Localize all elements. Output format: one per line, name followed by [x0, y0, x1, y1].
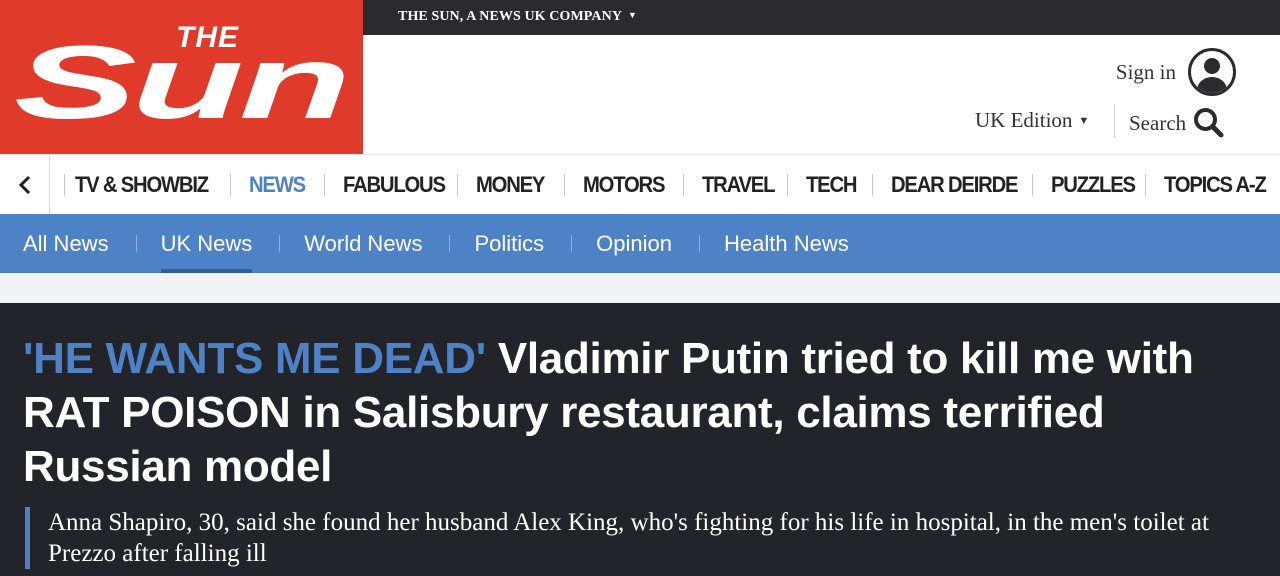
sub-nav-items: All News UK News World News Politics Opi…: [0, 214, 849, 273]
subnav-separator: [135, 235, 137, 252]
search-label: Search: [1129, 110, 1187, 135]
nav-item-tech[interactable]: TECH: [806, 172, 867, 198]
search-icon: [1194, 108, 1224, 138]
sub-navigation: All News UK News World News Politics Opi…: [0, 214, 1280, 273]
news-uk-company-link[interactable]: THE SUN, A NEWS UK COMPANY ▼: [398, 9, 637, 25]
nav-back-button[interactable]: [0, 155, 50, 214]
logo-mark: THE Sun: [14, 21, 349, 141]
section-spacer: [0, 273, 1280, 303]
article-headline[interactable]: 'HE WANTS ME DEAD' Vladimir Putin tried …: [23, 332, 1263, 494]
subnav-item-uk-news[interactable]: UK News: [160, 231, 252, 273]
edition-selector[interactable]: UK Edition ▼: [975, 108, 1089, 133]
subnav-item-politics[interactable]: Politics: [474, 231, 544, 257]
nav-separator: [230, 173, 231, 196]
sign-in-button[interactable]: Sign in: [1116, 47, 1236, 97]
user-avatar-icon: [1188, 48, 1236, 96]
nav-item-dear-deirde[interactable]: DEAR DEIRDE: [891, 172, 1021, 198]
subnav-separator: [571, 235, 573, 252]
nav-separator: [564, 173, 565, 196]
sign-in-label: Sign in: [1115, 59, 1176, 84]
subnav-separator: [449, 235, 451, 252]
nav-item-news[interactable]: NEWS: [249, 172, 318, 198]
edition-caret-down-icon: ▼: [1078, 115, 1090, 127]
nav-item-fabulous[interactable]: FABULOUS: [343, 172, 448, 198]
top-bar: THE SUN, A NEWS UK COMPANY ▼: [363, 0, 1280, 35]
nav-separator: [324, 173, 325, 196]
subnav-separator: [698, 235, 700, 252]
search-button[interactable]: Search: [1129, 106, 1226, 140]
company-link-label: THE SUN, A NEWS UK COMPANY: [398, 9, 623, 24]
headline-kicker: 'HE WANTS ME DEAD': [23, 334, 486, 383]
avatar-head-shape: [1204, 58, 1220, 74]
subnav-item-world-news[interactable]: World News: [304, 231, 422, 257]
avatar-body-shape: [1197, 77, 1227, 93]
header-divider: [1114, 104, 1115, 138]
article-header: 'HE WANTS ME DEAD' Vladimir Putin tried …: [0, 303, 1280, 576]
main-navigation: TV & SHOWBIZ NEWS FABULOUS MONEY MOTORS …: [0, 154, 1280, 214]
edition-label: UK Edition: [975, 108, 1073, 132]
nav-item-money[interactable]: MONEY: [476, 172, 557, 198]
nav-separator: [683, 173, 684, 196]
nav-item-topics-a-z[interactable]: TOPICS A-Z: [1164, 172, 1267, 198]
chevron-left-icon: [18, 175, 30, 194]
subnav-separator: [279, 235, 281, 252]
nav-separator: [1145, 173, 1146, 196]
subnav-item-opinion[interactable]: Opinion: [596, 231, 672, 257]
nav-separator: [64, 173, 65, 196]
site-header: THE Sun THE SUN, A NEWS UK COMPANY ▼ Sign…: [0, 0, 1280, 154]
nav-item-motors[interactable]: MOTORS: [583, 172, 675, 198]
caret-down-icon: ▼: [628, 10, 638, 20]
subnav-item-all-news[interactable]: All News: [23, 231, 109, 257]
logo-text-sun: Sun: [14, 25, 346, 141]
subnav-item-health-news[interactable]: Health News: [724, 231, 849, 257]
nav-separator: [1032, 173, 1033, 196]
the-sun-logo[interactable]: THE Sun: [0, 0, 363, 154]
nav-item-puzzles[interactable]: PUZZLES: [1051, 172, 1137, 198]
article-standfirst: Anna Shapiro, 30, said she found her hus…: [25, 507, 1255, 569]
nav-item-tv-showbiz[interactable]: TV & SHOWBIZ: [75, 172, 218, 198]
main-nav-items: TV & SHOWBIZ NEWS FABULOUS MONEY MOTORS …: [50, 155, 1274, 214]
nav-item-travel[interactable]: TRAVEL: [702, 172, 780, 198]
nav-separator: [457, 173, 458, 196]
nav-separator: [787, 173, 788, 196]
nav-separator: [872, 173, 873, 196]
